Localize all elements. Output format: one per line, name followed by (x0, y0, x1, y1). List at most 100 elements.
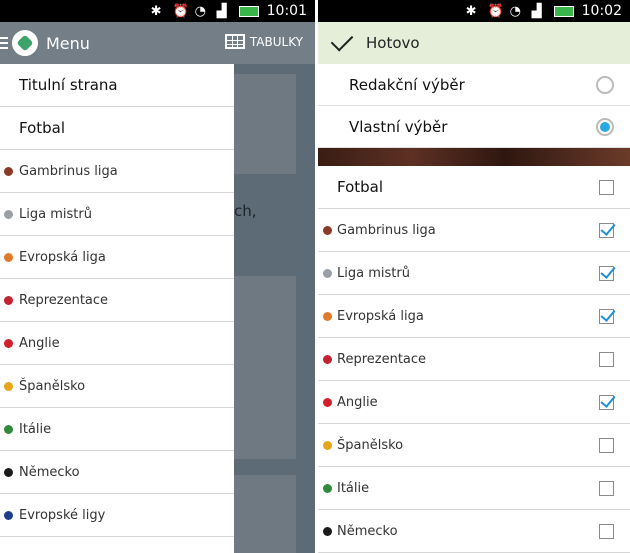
flag-icon (4, 382, 13, 391)
check-icon (330, 28, 354, 52)
flag-icon (323, 269, 332, 278)
battery-icon (553, 5, 574, 17)
category-label: Anglie (337, 394, 378, 410)
flag-icon (323, 355, 332, 364)
category-label: Evropská liga (337, 308, 424, 324)
drawer-item-label: Anglie (19, 335, 60, 351)
flag-icon (4, 167, 13, 176)
flag-icon (4, 425, 13, 434)
wifi-icon: ◔ (194, 4, 206, 19)
signal-icon: ▟ (531, 4, 542, 19)
drawer-item-label: Itálie (19, 421, 52, 437)
status-time: 10:02 (581, 3, 622, 19)
done-bar[interactable]: Hotovo (318, 22, 630, 64)
app-bar: Menu TABULKY (0, 22, 315, 64)
drawer-item-label: Evropská liga (19, 249, 106, 265)
category-row-anglie[interactable]: Anglie (318, 381, 630, 424)
checkbox[interactable] (599, 481, 614, 496)
tables-button[interactable]: TABULKY (224, 34, 303, 49)
status-bar: ✱ ⏰ ◔ ▟ 10:01 (0, 0, 315, 22)
flag-icon (323, 226, 332, 235)
checkbox[interactable] (599, 395, 614, 410)
category-row-liga-mistru[interactable]: Liga mistrů (318, 252, 630, 295)
drawer-item-evropske-ligy[interactable]: Evropské ligy (0, 494, 234, 537)
drawer-item-reprezentace[interactable]: Reprezentace (0, 279, 234, 322)
drawer-item-italie[interactable]: Itálie (0, 408, 234, 451)
mode-label: Vlastní výběr (349, 117, 448, 136)
table-icon (224, 34, 245, 49)
checkbox[interactable] (599, 352, 614, 367)
signal-icon: ▟ (216, 4, 227, 19)
drawer-item-label: Německo (19, 464, 80, 480)
checkbox[interactable] (599, 438, 614, 453)
checkbox[interactable] (599, 309, 614, 324)
bluetooth-icon: ✱ (465, 4, 477, 19)
app-logo-icon (12, 30, 38, 56)
status-bar: ✱ ⏰ ◔ ▟ 10:02 (318, 0, 630, 22)
drawer-item-titulni-strana[interactable]: Titulní strana (0, 64, 234, 107)
category-label: Gambrinus liga (337, 222, 436, 238)
navigation-drawer: Titulní strana Fotbal Gambrinus liga Liga m… (0, 64, 234, 553)
drawer-item-spanelsko[interactable]: Španělsko (0, 365, 234, 408)
category-row-gambrinus-liga[interactable]: Gambrinus liga (318, 209, 630, 252)
checkbox[interactable] (599, 223, 614, 238)
category-row-italie[interactable]: Itálie (318, 467, 630, 510)
mode-option-redakcni-vyber[interactable]: Redakční výběr (318, 64, 630, 106)
content-card (234, 276, 296, 459)
flag-icon (4, 253, 13, 262)
category-row-reprezentace[interactable]: Reprezentace (318, 338, 630, 381)
drawer-item-label: Reprezentace (19, 292, 109, 308)
flag-icon (4, 511, 13, 520)
mode-selector: Redakční výběr Vlastní výběr (318, 64, 630, 148)
left-screen: ✱ ⏰ ◔ ▟ 10:01 Menu TABULKY ch, Titulní s… (0, 0, 315, 553)
drawer-item-label: Fotbal (19, 119, 66, 137)
alarm-icon: ⏰ (487, 4, 504, 19)
drawer-item-liga-mistru[interactable]: Liga mistrů (0, 193, 234, 236)
category-label: Fotbal (337, 178, 384, 196)
battery-icon (238, 5, 259, 17)
drawer-item-nemecko[interactable]: Německo (0, 451, 234, 494)
status-time: 10:01 (266, 3, 307, 19)
drawer-item-gambrinus-liga[interactable]: Gambrinus liga (0, 150, 234, 193)
category-row-fotbal[interactable]: Fotbal (318, 166, 630, 209)
category-row-evropska-liga[interactable]: Evropská liga (318, 295, 630, 338)
mode-option-vlastni-vyber[interactable]: Vlastní výběr (318, 106, 630, 148)
done-label: Hotovo (366, 34, 420, 52)
category-label: Španělsko (337, 437, 404, 453)
flag-icon (323, 398, 332, 407)
drawer-item-label: Evropské ligy (19, 507, 106, 523)
drawer-item-fotbal[interactable]: Fotbal (0, 107, 234, 150)
category-label: Itálie (337, 480, 370, 496)
radio-button[interactable] (596, 76, 614, 94)
category-row-nemecko[interactable]: Německo (318, 510, 630, 553)
drawer-item-label: Titulní strana (19, 76, 118, 94)
bluetooth-icon: ✱ (150, 4, 162, 19)
mode-label: Redakční výběr (349, 75, 465, 94)
wifi-icon: ◔ (509, 4, 521, 19)
checkbox[interactable] (599, 266, 614, 281)
app-bar-title: Menu (46, 33, 90, 53)
flag-icon (4, 468, 13, 477)
category-label: Německo (337, 523, 398, 539)
radio-button[interactable] (596, 118, 614, 136)
checkbox[interactable] (599, 180, 614, 195)
drawer-item-label: Liga mistrů (19, 206, 92, 222)
flag-icon (323, 527, 332, 536)
background-photo-strip (318, 148, 630, 166)
category-label: Reprezentace (337, 351, 427, 367)
flag-icon (323, 312, 332, 321)
tables-label: TABULKY (249, 34, 303, 49)
right-screen: ✱ ⏰ ◔ ▟ 10:02 Hotovo Redakční výběr Vlast… (318, 0, 630, 553)
alarm-icon: ⏰ (172, 4, 189, 19)
flag-icon (323, 441, 332, 450)
checkbox[interactable] (599, 524, 614, 539)
category-row-spanelsko[interactable]: Španělsko (318, 424, 630, 467)
drawer-item-anglie[interactable]: Anglie (0, 322, 234, 365)
flag-icon (4, 210, 13, 219)
flag-icon (4, 339, 13, 348)
flag-icon (4, 296, 13, 305)
drawer-item-evropska-liga[interactable]: Evropská liga (0, 236, 234, 279)
category-list: Fotbal Gambrinus liga Liga mistrů Evropská … (318, 166, 630, 553)
content-text: ch, (234, 202, 257, 220)
hamburger-icon[interactable] (0, 37, 8, 49)
